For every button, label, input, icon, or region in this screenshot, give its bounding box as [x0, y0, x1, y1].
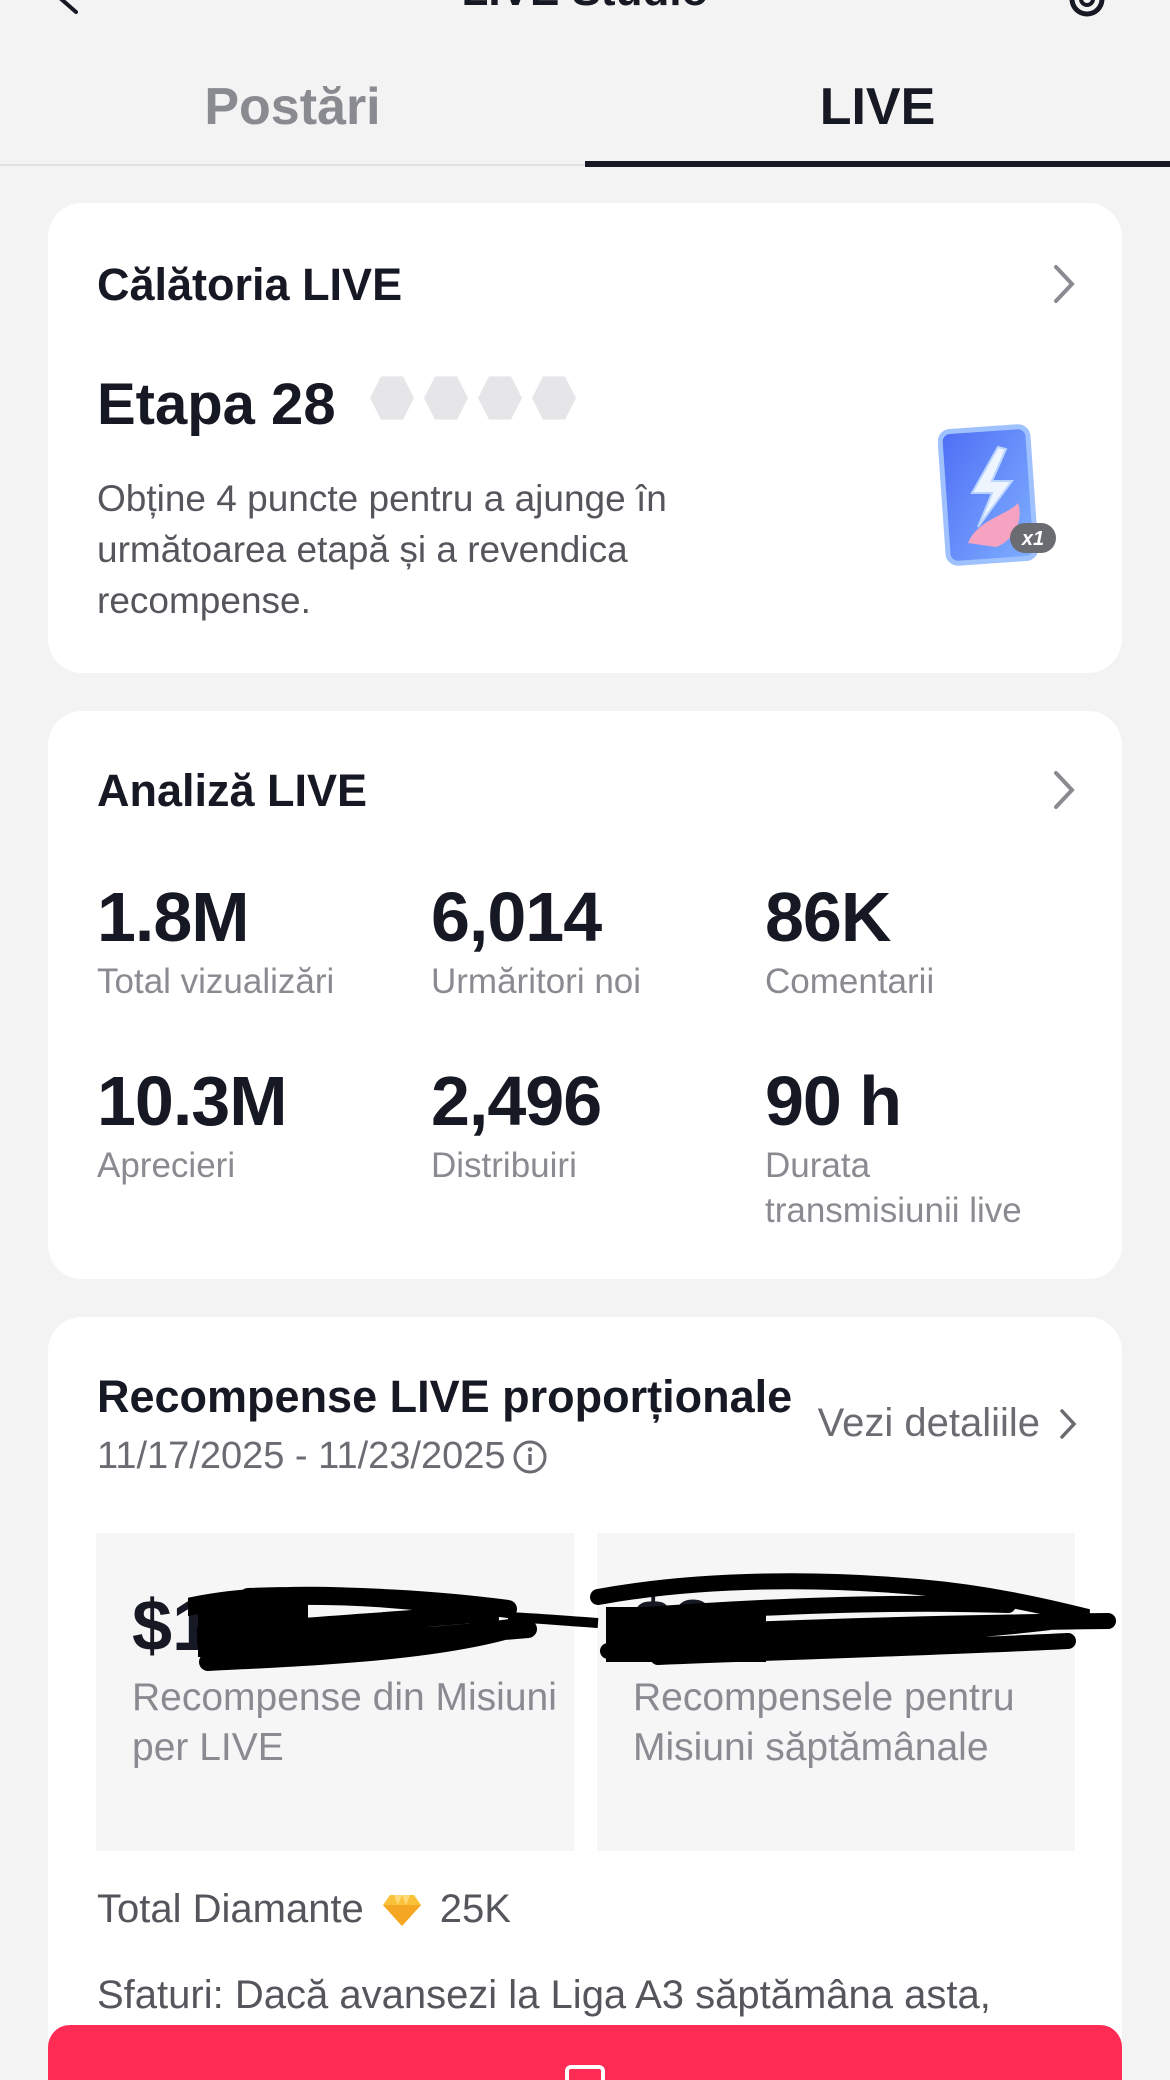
reward-label: Recompense din Misiuni per LIVE: [132, 1676, 557, 1769]
rewards-date-range: 11/17/2025 - 11/23/2025: [97, 1435, 548, 1478]
reward-badge-count: x1: [1021, 528, 1044, 550]
tab-bar: Postări LIVE: [0, 50, 1170, 167]
tab-live[interactable]: LIVE: [585, 50, 1170, 167]
progress-point: [424, 376, 468, 420]
tab-posts[interactable]: Postări: [0, 50, 585, 164]
journey-title: Călătoria LIVE: [97, 259, 403, 310]
progress-point: [532, 376, 576, 420]
stat-likes: 10.3M Aprecieri: [97, 1062, 288, 1188]
diamond-icon: [382, 1894, 421, 1926]
reward-label: Recompensele pentru Misiuni săptămânale: [633, 1676, 1015, 1769]
diamonds-label: Total Diamante: [97, 1887, 364, 1931]
rewards-title: Recompense LIVE proporționale: [97, 1371, 793, 1422]
stat-label: Aprecieri: [97, 1146, 236, 1185]
live-rewards-card: Recompense LIVE proporționale 11/17/2025…: [48, 1317, 1122, 2080]
info-icon[interactable]: [512, 1439, 548, 1475]
live-camera-icon: [565, 2065, 605, 2080]
stat-total-views: 1.8M Total vizualizări: [97, 879, 334, 1004]
progress-point: [478, 376, 522, 420]
diamonds-value: 25K: [439, 1887, 511, 1931]
stat-value: 90 h: [765, 1062, 902, 1140]
stat-shares: 2,496 Distribuiri: [431, 1062, 602, 1188]
stage-progress: [370, 375, 576, 421]
stat-value: 10.3M: [97, 1062, 288, 1140]
date-range-text: 11/17/2025 - 11/23/2025: [97, 1435, 506, 1477]
analytics-title: Analiză LIVE: [97, 765, 368, 816]
chevron-right-icon[interactable]: [1050, 263, 1078, 305]
live-journey-card[interactable]: Călătoria LIVE Etapa 28 Obține 4 puncte …: [48, 203, 1122, 673]
stat-label: Urmăritori noi: [431, 962, 642, 1001]
stat-value: 1.8M: [97, 878, 250, 956]
chevron-right-icon[interactable]: [1050, 769, 1078, 811]
chevron-right-icon: [1060, 1408, 1077, 1439]
stat-label: Distribuiri: [431, 1146, 577, 1185]
go-live-button[interactable]: [48, 2025, 1122, 2080]
page-title: LIVE Studio: [0, 0, 1170, 16]
stat-new-followers: 6,014 Urmăritori noi: [431, 879, 641, 1004]
stat-value: 2,496: [431, 1062, 602, 1140]
stat-label: Durata transmisiunii live: [765, 1146, 1022, 1230]
stat-comments: 86K Comentarii: [765, 879, 934, 1004]
journey-description: Obține 4 puncte pentru a ajunge în următ…: [97, 478, 667, 621]
rewards-tips: Sfaturi: Dacă avansezi la Liga A3 săptăm…: [97, 1973, 991, 2017]
stage-label: Etapa 28: [97, 372, 336, 437]
stat-label: Comentarii: [765, 962, 935, 1001]
view-details-link[interactable]: Vezi detaliile: [818, 1401, 1078, 1446]
reward-card-icon: x1: [938, 424, 1056, 566]
redaction-scribble: [188, 1573, 1116, 1671]
stat-label: Total vizualizări: [97, 962, 335, 1001]
gear-icon[interactable]: [1064, 0, 1110, 22]
total-diamonds: Total Diamante 25K: [97, 1887, 511, 1932]
stat-value: 86K: [765, 878, 891, 956]
view-details-label: Vezi detaliile: [817, 1401, 1040, 1445]
stat-live-duration: 90 h Durata transmisiunii live: [765, 1063, 1065, 1233]
top-navigation-bar: LIVE Studio: [0, 0, 1170, 40]
live-analytics-card[interactable]: Analiză LIVE 1.8M Total vizualizări 6,01…: [48, 711, 1122, 1279]
progress-point: [370, 376, 414, 420]
stat-value: 6,014: [431, 878, 602, 956]
